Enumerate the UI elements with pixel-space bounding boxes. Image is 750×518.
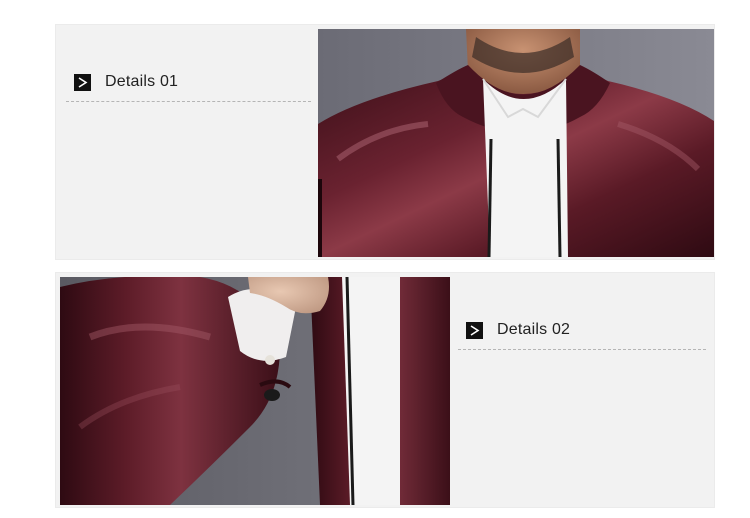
jacket-sleeve-photo [60, 277, 450, 505]
chevron-right-icon [466, 321, 483, 339]
chevron-right-icon [74, 73, 91, 91]
detail-label-block-2: Details 02 [458, 317, 706, 350]
detail-title-2: Details 02 [497, 321, 571, 338]
jacket-collar-photo [318, 29, 714, 257]
detail-heading-2: Details 02 [458, 317, 706, 343]
dashed-divider [66, 101, 311, 102]
detail-card-2: Details 02 [55, 272, 715, 508]
detail-label-block-1: Details 01 [66, 69, 311, 102]
dashed-divider [458, 349, 706, 350]
detail-heading-1: Details 01 [66, 69, 311, 95]
detail-card-1: Details 01 [55, 24, 715, 260]
detail-title-1: Details 01 [105, 73, 179, 90]
